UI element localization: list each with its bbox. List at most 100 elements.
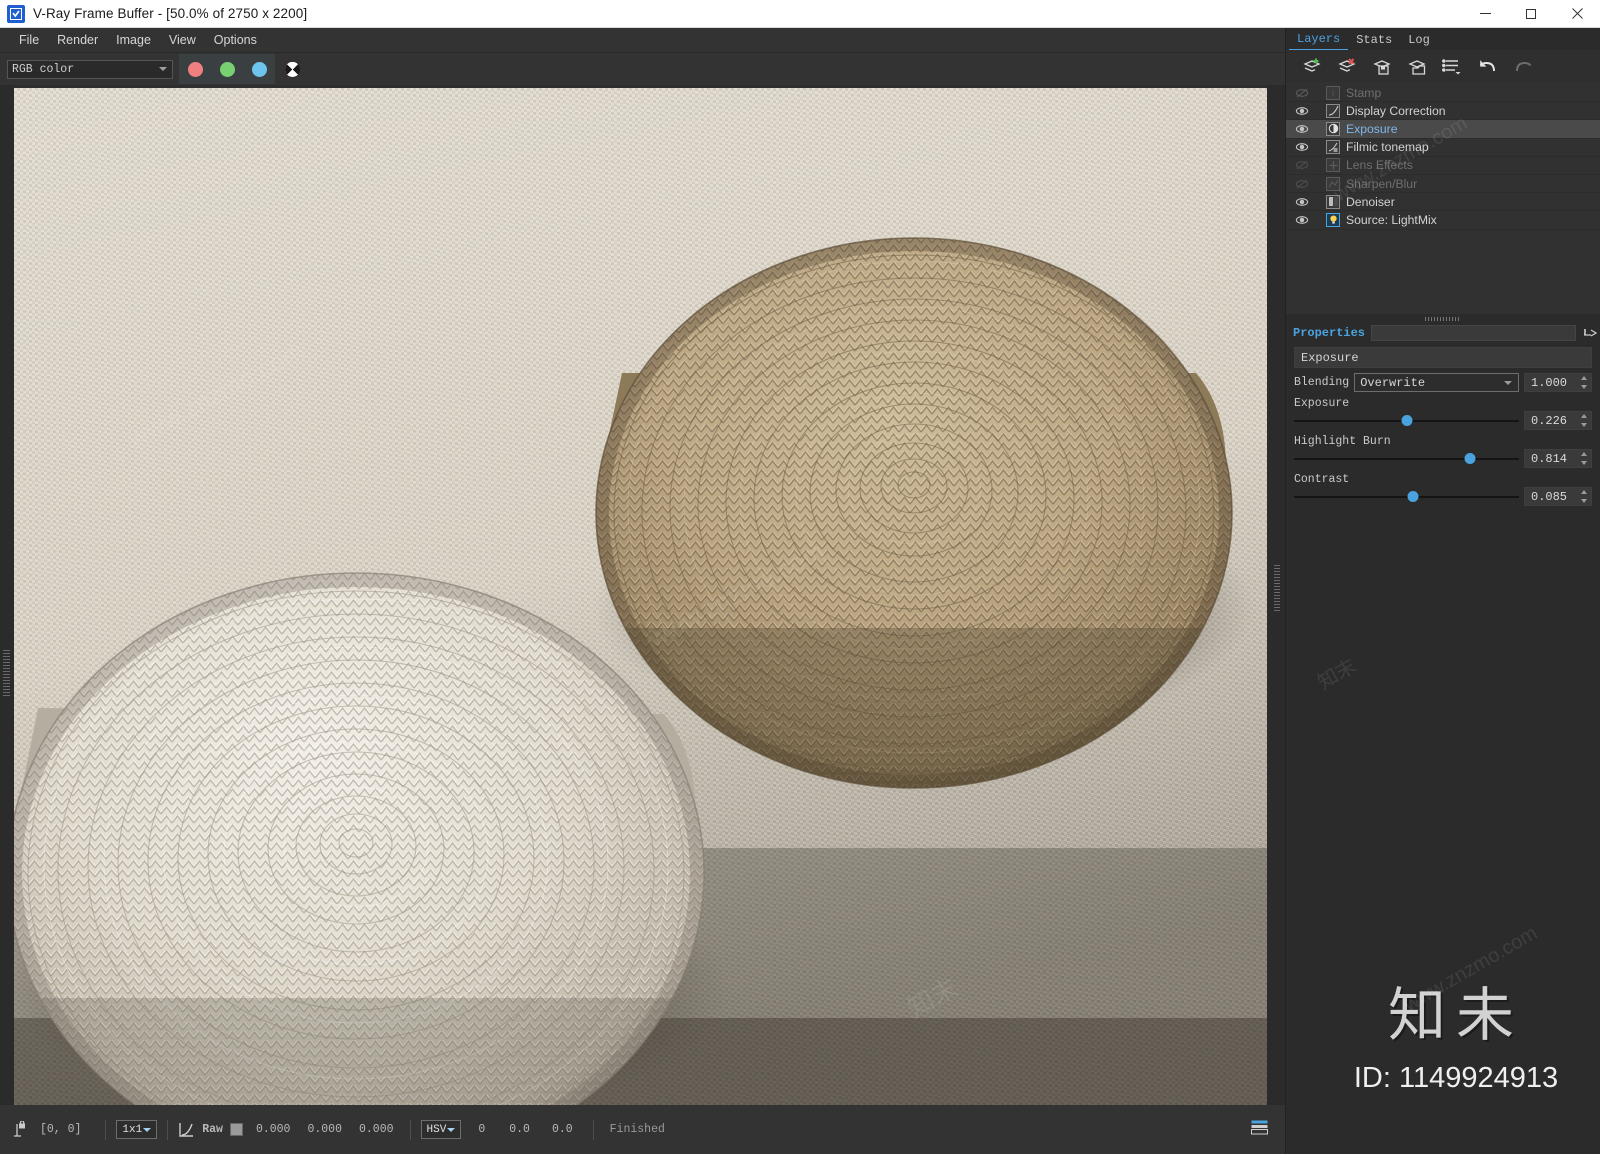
remove-layer-button[interactable]: [1331, 51, 1364, 81]
blending-select[interactable]: Overwrite: [1354, 373, 1519, 392]
cursor-coords: [0, 0]: [40, 1123, 82, 1136]
pin-icon[interactable]: [1580, 325, 1600, 341]
layer-name-field[interactable]: Exposure: [1294, 347, 1592, 368]
visibility-icon[interactable]: [1292, 106, 1312, 116]
close-button[interactable]: [1554, 0, 1600, 28]
blending-row: Blending Overwrite 1.000: [1294, 373, 1592, 392]
minimize-button[interactable]: [1462, 0, 1508, 28]
layer-row-source-lightmix[interactable]: Source: LightMix: [1286, 211, 1600, 230]
channel-select[interactable]: RGB color: [7, 59, 173, 79]
layer-row-exposure[interactable]: Exposure: [1286, 120, 1600, 139]
contrast-slider-row: 0.085: [1294, 487, 1592, 506]
visibility-off-icon[interactable]: [1292, 160, 1312, 170]
load-layers-button[interactable]: [1401, 51, 1434, 81]
contrast-slider[interactable]: [1294, 487, 1519, 506]
layer-label: Denoiser: [1346, 194, 1395, 209]
properties-title: Properties: [1293, 326, 1366, 340]
color-mode-value: HSV: [426, 1123, 447, 1136]
highlight-burn-value: 0.814: [1531, 451, 1568, 466]
tab-log[interactable]: Log: [1400, 31, 1438, 50]
contrast-input[interactable]: 0.085: [1524, 487, 1592, 506]
alpha-channel-button[interactable]: [277, 54, 307, 84]
undo-button[interactable]: [1471, 51, 1504, 81]
tab-stats[interactable]: Stats: [1348, 31, 1400, 50]
visibility-icon[interactable]: [1292, 142, 1312, 152]
maximize-button[interactable]: [1508, 0, 1554, 28]
visibility-off-icon[interactable]: [1292, 179, 1312, 189]
color-mode-select[interactable]: HSV: [420, 1120, 462, 1139]
menu-render[interactable]: Render: [48, 30, 107, 50]
exposure-slider-row: 0.226: [1294, 411, 1592, 430]
menu-file[interactable]: File: [10, 30, 48, 50]
visibility-off-icon[interactable]: [1292, 88, 1312, 98]
layer-row-denoiser[interactable]: Denoiser: [1286, 193, 1600, 212]
exposure-input[interactable]: 0.226: [1524, 411, 1592, 430]
channel-buttons: [179, 54, 275, 84]
raw-r-value: 0.000: [255, 1123, 291, 1136]
layer-list: i Stamp Display Correction Exposure Film…: [1286, 82, 1600, 314]
sharpen-blur-icon: [1326, 176, 1340, 191]
exposure-slider[interactable]: [1294, 411, 1519, 430]
channel-select-value: RGB color: [12, 62, 75, 76]
exposure-icon: [1326, 121, 1340, 136]
vray-logo-icon: [7, 4, 25, 23]
chevron-down-icon: [159, 67, 167, 71]
render-viewport[interactable]: www.znzmo.com www.znzmo.com www.znzmo.co…: [14, 88, 1267, 1105]
highlight-burn-input[interactable]: 0.814: [1524, 449, 1592, 468]
contrast-slider-knob[interactable]: [1407, 491, 1419, 502]
layer-row-sharpen-blur[interactable]: Sharpen/Blur: [1286, 175, 1600, 194]
splitter-handle-icon[interactable]: [3, 650, 10, 698]
lock-pixel-icon[interactable]: [12, 1121, 28, 1138]
blending-amount-input[interactable]: 1.000: [1524, 373, 1592, 392]
splitter-grip-icon: [1425, 316, 1461, 321]
blending-amount-value: 1.000: [1531, 375, 1568, 390]
sample-size-select[interactable]: 1x1: [116, 1120, 158, 1139]
exposure-label: Exposure: [1294, 397, 1350, 410]
spinner-icon[interactable]: [1580, 414, 1587, 427]
redo-button[interactable]: [1506, 51, 1539, 81]
visibility-icon[interactable]: [1292, 215, 1312, 225]
highlight-burn-slider[interactable]: [1294, 449, 1519, 468]
menu-view[interactable]: View: [160, 30, 205, 50]
layer-label: Filmic tonemap: [1346, 140, 1429, 155]
spinner-icon[interactable]: [1580, 490, 1587, 503]
layer-presets-button[interactable]: [1436, 51, 1469, 81]
exposure-slider-knob[interactable]: [1401, 415, 1412, 426]
viewport-left-splitter[interactable]: [0, 85, 14, 1105]
highlight-burn-slider-knob[interactable]: [1464, 453, 1475, 464]
highlight-burn-slider-row: 0.814: [1294, 449, 1592, 468]
tab-layers[interactable]: Layers: [1289, 30, 1349, 50]
chevron-down-icon: [143, 1127, 152, 1132]
panel-splitter[interactable]: [1286, 314, 1600, 323]
blending-label: Blending: [1294, 376, 1350, 389]
layer-row-lens-effects[interactable]: Lens Effects: [1286, 157, 1600, 175]
green-channel-button[interactable]: [211, 54, 243, 84]
layer-row-filmic-tonemap[interactable]: Filmic tonemap: [1286, 139, 1600, 157]
visibility-icon[interactable]: [1292, 124, 1312, 134]
raw-g-value: 0.000: [307, 1123, 342, 1136]
watermark-id: ID: 1149924913: [1353, 1062, 1559, 1094]
divider: [409, 1119, 411, 1140]
window-title: V-Ray Frame Buffer - [50.0% of 2750 x 22…: [33, 6, 308, 21]
curve-icon[interactable]: [178, 1121, 195, 1138]
visibility-icon[interactable]: [1292, 197, 1312, 207]
layer-row-stamp[interactable]: i Stamp: [1286, 84, 1600, 103]
add-layer-button[interactable]: [1296, 51, 1329, 81]
exposure-value: 0.226: [1531, 413, 1568, 428]
layer-row-display-correction[interactable]: Display Correction: [1286, 102, 1600, 121]
layout-button[interactable]: [1251, 1120, 1268, 1140]
menu-options[interactable]: Options: [205, 30, 266, 50]
divider: [167, 1119, 169, 1140]
splitter-handle-right-icon[interactable]: [1274, 565, 1280, 613]
blue-channel-button[interactable]: [243, 54, 275, 84]
save-layers-button[interactable]: [1366, 51, 1399, 81]
spinner-icon[interactable]: [1580, 376, 1587, 389]
red-channel-button[interactable]: [179, 54, 211, 84]
hsv-s-value: 0.0: [509, 1123, 530, 1136]
properties-search-input[interactable]: [1371, 325, 1576, 341]
spinner-icon[interactable]: [1580, 452, 1587, 465]
hsv-v-value: 0.0: [551, 1123, 573, 1136]
menu-image[interactable]: Image: [107, 30, 160, 50]
divider: [105, 1119, 107, 1140]
watermark-logo: 知未: [1387, 981, 1524, 1049]
